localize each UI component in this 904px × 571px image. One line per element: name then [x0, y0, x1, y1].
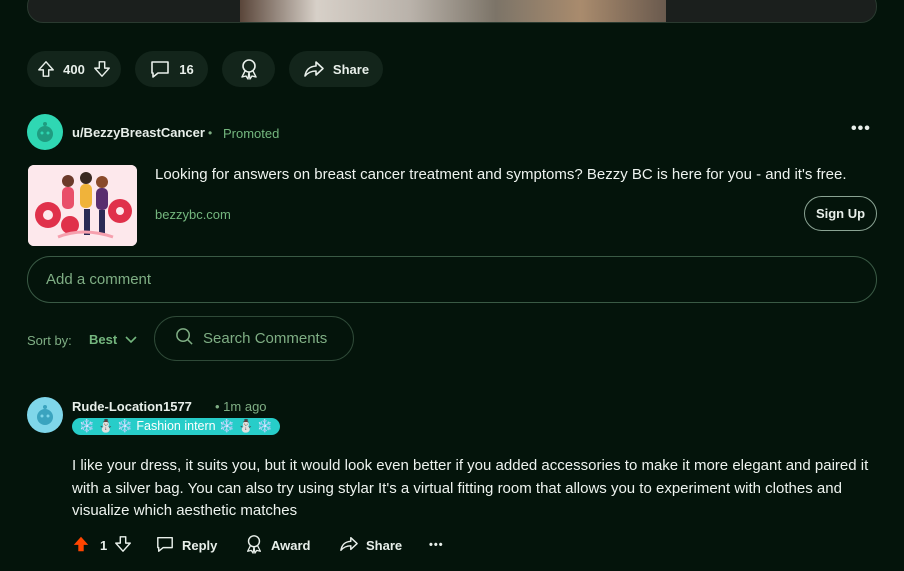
award-icon [244, 534, 264, 557]
downvote-icon[interactable] [114, 535, 132, 556]
add-comment-placeholder: Add a comment [46, 271, 152, 288]
share-label: Share [332, 61, 370, 77]
ad-avatar[interactable] [27, 114, 63, 150]
share-icon [339, 535, 359, 556]
comment-body: I like your dress, it suits you, but it … [72, 457, 869, 519]
ad-headline[interactable]: Looking for answers on breast cancer tre… [155, 166, 847, 183]
vote-control: 400 [27, 51, 121, 87]
ad-thumbnail[interactable] [28, 165, 137, 246]
chevron-down-icon [125, 332, 137, 347]
comment-vote-count: 1 [100, 537, 108, 553]
comment-vote-control: 1 [72, 534, 132, 556]
reply-label: Reply [182, 537, 218, 553]
award-label: Award [271, 537, 311, 553]
vote-count: 400 [63, 61, 85, 77]
comment-icon [155, 535, 175, 556]
comment-more-options-button[interactable]: ••• [429, 534, 444, 556]
post-media[interactable] [27, 0, 877, 23]
snoo-icon [37, 405, 53, 425]
sort-value: Best [89, 332, 118, 347]
search-comments-input[interactable]: Search Comments [154, 316, 354, 361]
separator-dot: • [208, 126, 213, 140]
comments-button[interactable]: 16 [135, 51, 208, 87]
award-button[interactable] [222, 51, 275, 87]
ad-domain-link[interactable]: bezzybc.com [155, 207, 231, 222]
sign-up-button[interactable]: Sign Up [804, 196, 877, 231]
comment-award-button[interactable]: Award [244, 534, 311, 556]
upvote-icon[interactable] [37, 60, 55, 78]
sort-dropdown[interactable]: Best [89, 332, 137, 347]
ad-more-options-button[interactable]: ••• [851, 120, 871, 138]
share-label: Share [366, 537, 403, 553]
promoted-label: Promoted [223, 126, 280, 141]
post-image[interactable] [240, 0, 666, 22]
award-icon [238, 58, 260, 80]
add-comment-input[interactable]: Add a comment [27, 256, 877, 303]
downvote-icon[interactable] [93, 60, 111, 78]
comment-avatar[interactable] [27, 397, 63, 433]
sort-by-label: Sort by: [27, 333, 72, 348]
comment-timestamp: • 1m ago [215, 399, 267, 414]
comment-icon [149, 59, 171, 79]
search-icon [175, 327, 194, 350]
share-icon [303, 59, 325, 79]
reply-button[interactable]: Reply [155, 534, 217, 556]
user-flair: ❄️ ⛄ ❄️ Fashion intern ❄️ ⛄ ❄️ [72, 418, 280, 435]
snoo-icon [37, 122, 53, 142]
comment-username[interactable]: Rude-Location1577 [72, 399, 192, 414]
share-button[interactable]: Share [289, 51, 383, 87]
search-placeholder: Search Comments [203, 330, 328, 347]
comment-count: 16 [179, 61, 194, 77]
upvote-icon[interactable] [72, 535, 90, 556]
comment-share-button[interactable]: Share [339, 534, 402, 556]
ad-username[interactable]: u/BezzyBreastCancer [72, 125, 205, 140]
